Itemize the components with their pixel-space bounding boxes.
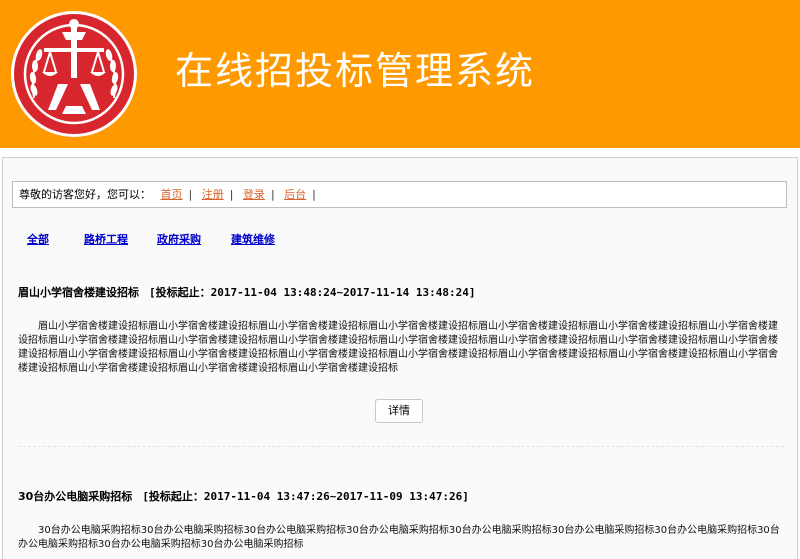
category-building-repair[interactable]: 建筑维修 bbox=[231, 231, 275, 247]
welcome-bar: 尊敬的访客您好，您可以： 首页 | 注册 | 登录 | 后台 | bbox=[12, 181, 787, 208]
tender-title: 眉山小学宿舍楼建设招标 [投标起止：2017-11-04 13:48:24~201… bbox=[18, 284, 476, 300]
tender-date-range: [投标起止：2017-11-04 13:48:24~2017-11-14 13:… bbox=[149, 286, 476, 299]
category-gov-procurement[interactable]: 政府采购 bbox=[157, 231, 201, 247]
login-link[interactable]: 登录 bbox=[243, 188, 265, 201]
tender-title: 30台办公电脑采购招标 [投标起止：2017-11-04 13:47:26~201… bbox=[18, 488, 469, 504]
court-emblem-icon bbox=[11, 11, 137, 137]
separator: | bbox=[312, 188, 316, 201]
tender-date-range: [投标起止：2017-11-04 13:47:26~2017-11-09 13:… bbox=[142, 490, 469, 503]
admin-link[interactable]: 后台 bbox=[284, 188, 306, 201]
home-link[interactable]: 首页 bbox=[161, 188, 183, 201]
tender-description: 眉山小学宿舍楼建设招标眉山小学宿舍楼建设招标眉山小学宿舍楼建设招标眉山小学宿舍楼… bbox=[18, 321, 778, 374]
tender-name: 眉山小学宿舍楼建设招标 bbox=[18, 286, 139, 299]
tender-name: 30台办公电脑采购招标 bbox=[18, 490, 133, 503]
tender-description: 30台办公电脑采购招标30台办公电脑采购招标30台办公电脑采购招标30台办公电脑… bbox=[18, 525, 780, 550]
register-link[interactable]: 注册 bbox=[202, 188, 224, 201]
detail-button[interactable]: 详情 bbox=[375, 399, 423, 423]
category-road-bridge[interactable]: 路桥工程 bbox=[84, 231, 128, 247]
site-title: 在线招投标管理系统 bbox=[175, 49, 536, 93]
category-all[interactable]: 全部 bbox=[27, 231, 49, 247]
separator: | bbox=[270, 188, 275, 201]
separator: | bbox=[229, 188, 234, 201]
welcome-prefix: 尊敬的访客您好，您可以： bbox=[19, 188, 151, 201]
item-divider bbox=[18, 446, 784, 447]
separator: | bbox=[188, 188, 193, 201]
site-header: 在线招投标管理系统 bbox=[0, 0, 800, 148]
